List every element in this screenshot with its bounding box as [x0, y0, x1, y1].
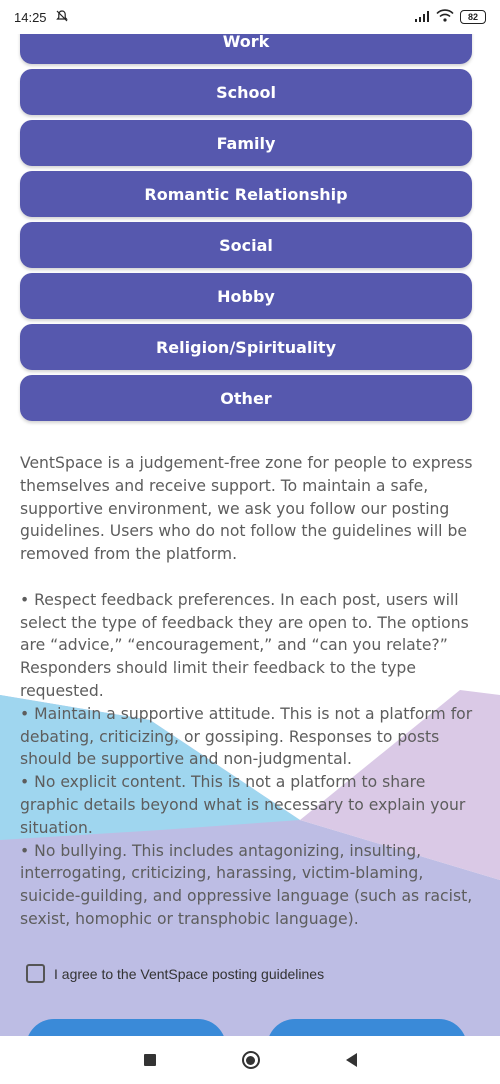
system-nav-bar	[0, 1036, 500, 1084]
status-bar: 14:25 82	[0, 0, 500, 34]
category-button-school[interactable]: School	[20, 69, 472, 115]
agree-checkbox[interactable]	[26, 964, 45, 983]
category-button-romantic-relationship[interactable]: Romantic Relationship	[20, 171, 472, 217]
wifi-icon	[436, 9, 454, 25]
agree-label: I agree to the VentSpace posting guideli…	[54, 965, 325, 982]
signal-icon	[414, 10, 430, 25]
posting-guidelines: VentSpace is a judgement-free zone for p…	[20, 452, 480, 931]
back-icon[interactable]	[345, 1053, 357, 1067]
category-button-family[interactable]: Family	[20, 120, 472, 166]
guideline-rule-feedback: • Respect feedback preferences. In each …	[20, 590, 469, 700]
category-button-other[interactable]: Other	[20, 375, 472, 421]
status-time: 14:25	[14, 9, 47, 25]
battery-indicator: 82	[460, 10, 486, 24]
main-content: Work School Family Romantic Relationship…	[0, 0, 500, 1084]
guideline-rule-supportive: • Maintain a supportive attitude. This i…	[20, 704, 473, 769]
home-icon[interactable]	[241, 1051, 260, 1069]
category-button-religion-spirituality[interactable]: Religion/Spirituality	[20, 324, 472, 370]
guidelines-intro: VentSpace is a judgement-free zone for p…	[20, 454, 473, 564]
guideline-rule-explicit: • No explicit content. This is not a pla…	[20, 773, 466, 837]
recent-apps-icon[interactable]	[143, 1054, 156, 1066]
mute-notification-icon	[55, 9, 69, 26]
category-button-social[interactable]: Social	[20, 222, 472, 268]
category-button-hobby[interactable]: Hobby	[20, 273, 472, 319]
guideline-rule-bullying: • No bullying. This includes antagonizin…	[20, 841, 473, 928]
agree-row[interactable]: I agree to the VentSpace posting guideli…	[26, 964, 324, 983]
